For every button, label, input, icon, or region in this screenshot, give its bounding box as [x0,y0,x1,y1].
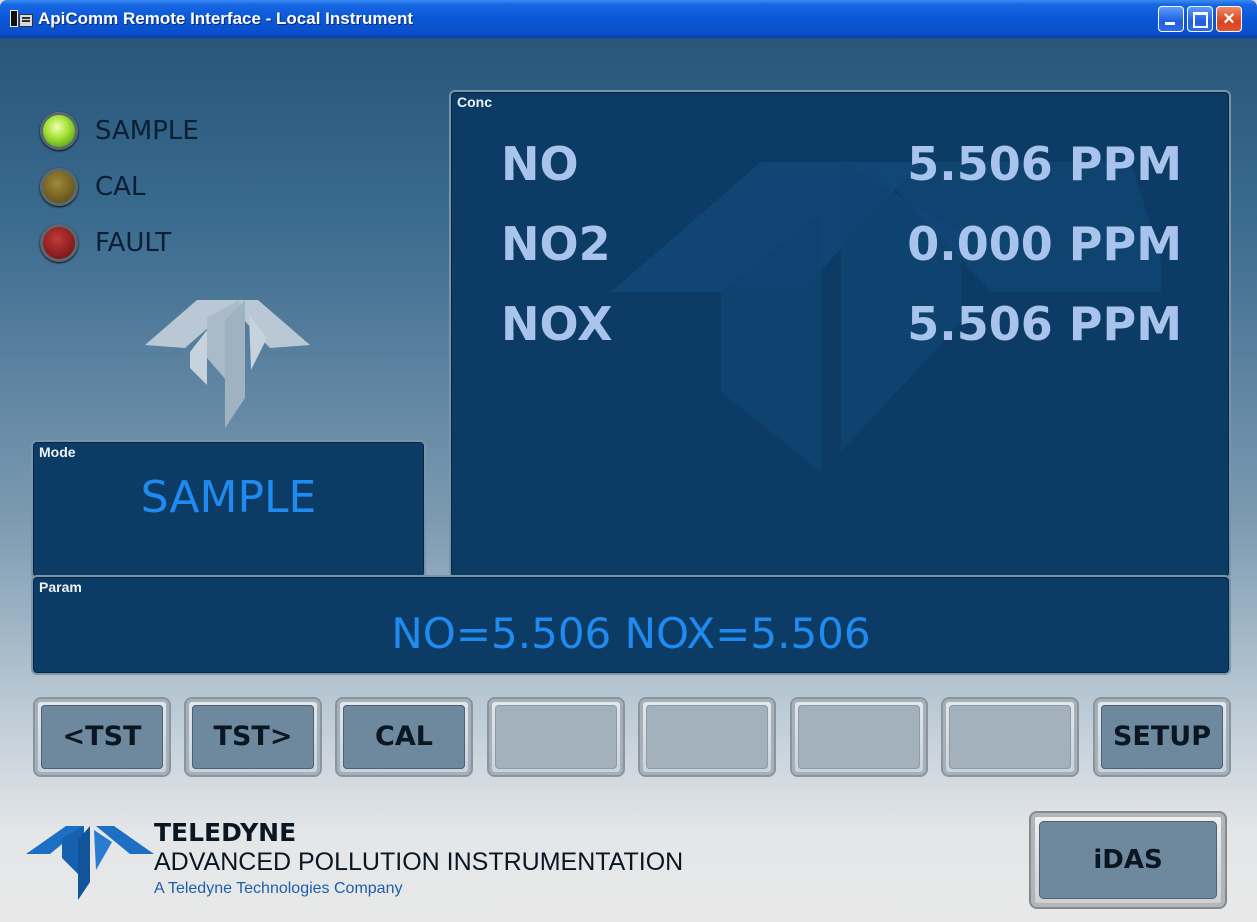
conc-label: Conc [457,94,492,110]
instrument-panel: SAMPLE CAL FAULT Mode SAMPLE Conc NO 5.5… [0,38,1257,922]
led-label: CAL [95,172,146,202]
maximize-button[interactable] [1187,6,1213,32]
fkey-label [949,705,1071,769]
mode-panel: Mode SAMPLE [31,440,426,579]
fkey-label: SETUP [1101,705,1223,769]
idas-button[interactable]: iDAS [1029,811,1227,909]
fkey-prev-test[interactable]: <TST [33,697,171,777]
fkey-setup[interactable]: SETUP [1093,697,1231,777]
company-parent: A Teledyne Technologies Company [154,880,403,897]
teledyne-logo-icon [26,826,154,900]
param-label: Param [39,579,82,595]
param-panel: Param NO=5.506 NOX=5.506 [31,575,1231,675]
conc-row-name: NO2 [501,217,611,271]
mode-value: SAMPLE [140,472,317,523]
fkey-cal[interactable]: CAL [335,697,473,777]
fkey-label: <TST [41,705,163,769]
led-label: FAULT [95,228,172,258]
led-label: SAMPLE [95,116,199,146]
close-button[interactable]: × [1216,6,1242,32]
company-division: ADVANCED POLLUTION INSTRUMENTATION [154,848,684,876]
title-bar[interactable]: ApiComm Remote Interface - Local Instrum… [0,0,1257,38]
minimize-button[interactable] [1158,6,1184,32]
fkey-blank-5[interactable] [638,697,776,777]
fkey-label: TST> [192,705,314,769]
fkey-label [798,705,920,769]
app-window: ApiComm Remote Interface - Local Instrum… [0,0,1257,922]
cal-led-icon [40,168,78,206]
idas-label: iDAS [1039,821,1217,899]
company-name: TELEDYNE [154,818,297,847]
conc-row-value: 0.000 PPM [907,217,1182,271]
fkey-blank-4[interactable] [487,697,625,777]
param-value: NO=5.506 NOX=5.506 [391,609,871,658]
conc-row-value: 5.506 PPM [907,297,1182,351]
conc-row-name: NO [501,137,579,191]
fault-led-icon [40,224,78,262]
window-title: ApiComm Remote Interface - Local Instrum… [38,9,414,28]
app-icon[interactable] [10,10,33,28]
teledyne-logo-icon [145,300,310,428]
conc-panel: Conc NO 5.506 PPM NO2 0.000 PPM NOX 5.50… [449,90,1231,579]
close-icon: × [1223,8,1235,30]
conc-row-name: NOX [501,297,613,351]
company-logo: TELEDYNE ADVANCED POLLUTION INSTRUMENTAT… [26,818,726,918]
fkey-blank-6[interactable] [790,697,928,777]
fkey-next-test[interactable]: TST> [184,697,322,777]
fkey-label [495,705,617,769]
conc-row-value: 5.506 PPM [907,137,1182,191]
mode-label: Mode [39,444,76,460]
fkey-label: CAL [343,705,465,769]
fkey-label [646,705,768,769]
fkey-blank-7[interactable] [941,697,1079,777]
sample-led-icon [40,112,78,150]
